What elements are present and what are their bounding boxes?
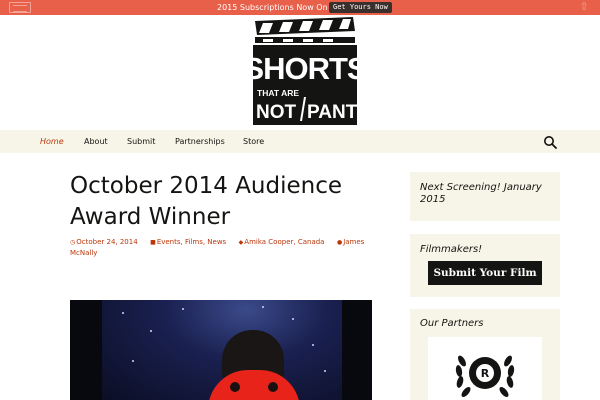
folder-icon: ■ xyxy=(150,239,156,246)
arrow-up-icon[interactable]: ⇧ xyxy=(578,1,590,13)
logo-shorts-text: SHORTS xyxy=(243,51,359,86)
announcement-bar: 2015 Subscriptions Now On Sale! Get Your… xyxy=(0,0,600,15)
user-icon: ● xyxy=(336,239,343,246)
get-yours-now-button[interactable]: Get Yours Now xyxy=(329,2,392,13)
post-meta: ◷October 24, 2014 ■Events, Films, News ◆… xyxy=(70,237,370,258)
tag-icon: ◆ xyxy=(238,239,244,246)
clock-icon: ◷ xyxy=(70,239,76,246)
nav-item-store[interactable]: Store xyxy=(243,130,264,153)
nav-item-partnerships[interactable]: Partnerships xyxy=(175,130,225,153)
partners-title: Our Partners xyxy=(420,318,484,329)
nav-item-about[interactable]: About xyxy=(84,130,108,153)
widget-filmmakers: Filmmakers! Submit Your Film xyxy=(410,234,560,297)
logo-not-text: NOT xyxy=(256,102,297,123)
main-navigation: Home About Submit Partnerships Store xyxy=(0,130,600,153)
widget-partners: Our Partners R xyxy=(410,309,560,400)
logo-pants-text: PANTS xyxy=(307,102,359,123)
video-player[interactable] xyxy=(70,300,372,400)
logo-thatare-text: THAT ARE xyxy=(257,88,299,98)
nav-item-submit[interactable]: Submit xyxy=(127,130,155,153)
laurel-wreath-icon: R xyxy=(455,355,515,397)
nav-item-home[interactable]: Home xyxy=(40,130,64,153)
post-tags-link[interactable]: Amika Cooper, Canada xyxy=(244,238,324,246)
svg-text:R: R xyxy=(481,367,490,380)
menu-toggle-icon[interactable] xyxy=(9,2,31,13)
post-title[interactable]: October 2014 Audience Award Winner xyxy=(70,171,390,233)
post-date-link[interactable]: October 24, 2014 xyxy=(76,238,137,246)
video-frame xyxy=(102,300,342,400)
post-categories-link[interactable]: Events, Films, News xyxy=(157,238,226,246)
site-logo[interactable]: SHORTS THAT ARE NOT PANTS xyxy=(243,17,359,127)
widget-next-screening: Next Screening! January 2015 xyxy=(410,172,560,221)
partner-logo-card[interactable]: R xyxy=(428,337,542,400)
clapperboard-icon xyxy=(255,17,355,43)
filmmakers-title: Filmmakers! xyxy=(420,244,483,255)
next-screening-title[interactable]: Next Screening! January 2015 xyxy=(420,182,550,206)
search-icon[interactable] xyxy=(543,135,557,149)
submit-your-film-button[interactable]: Submit Your Film xyxy=(428,261,542,285)
